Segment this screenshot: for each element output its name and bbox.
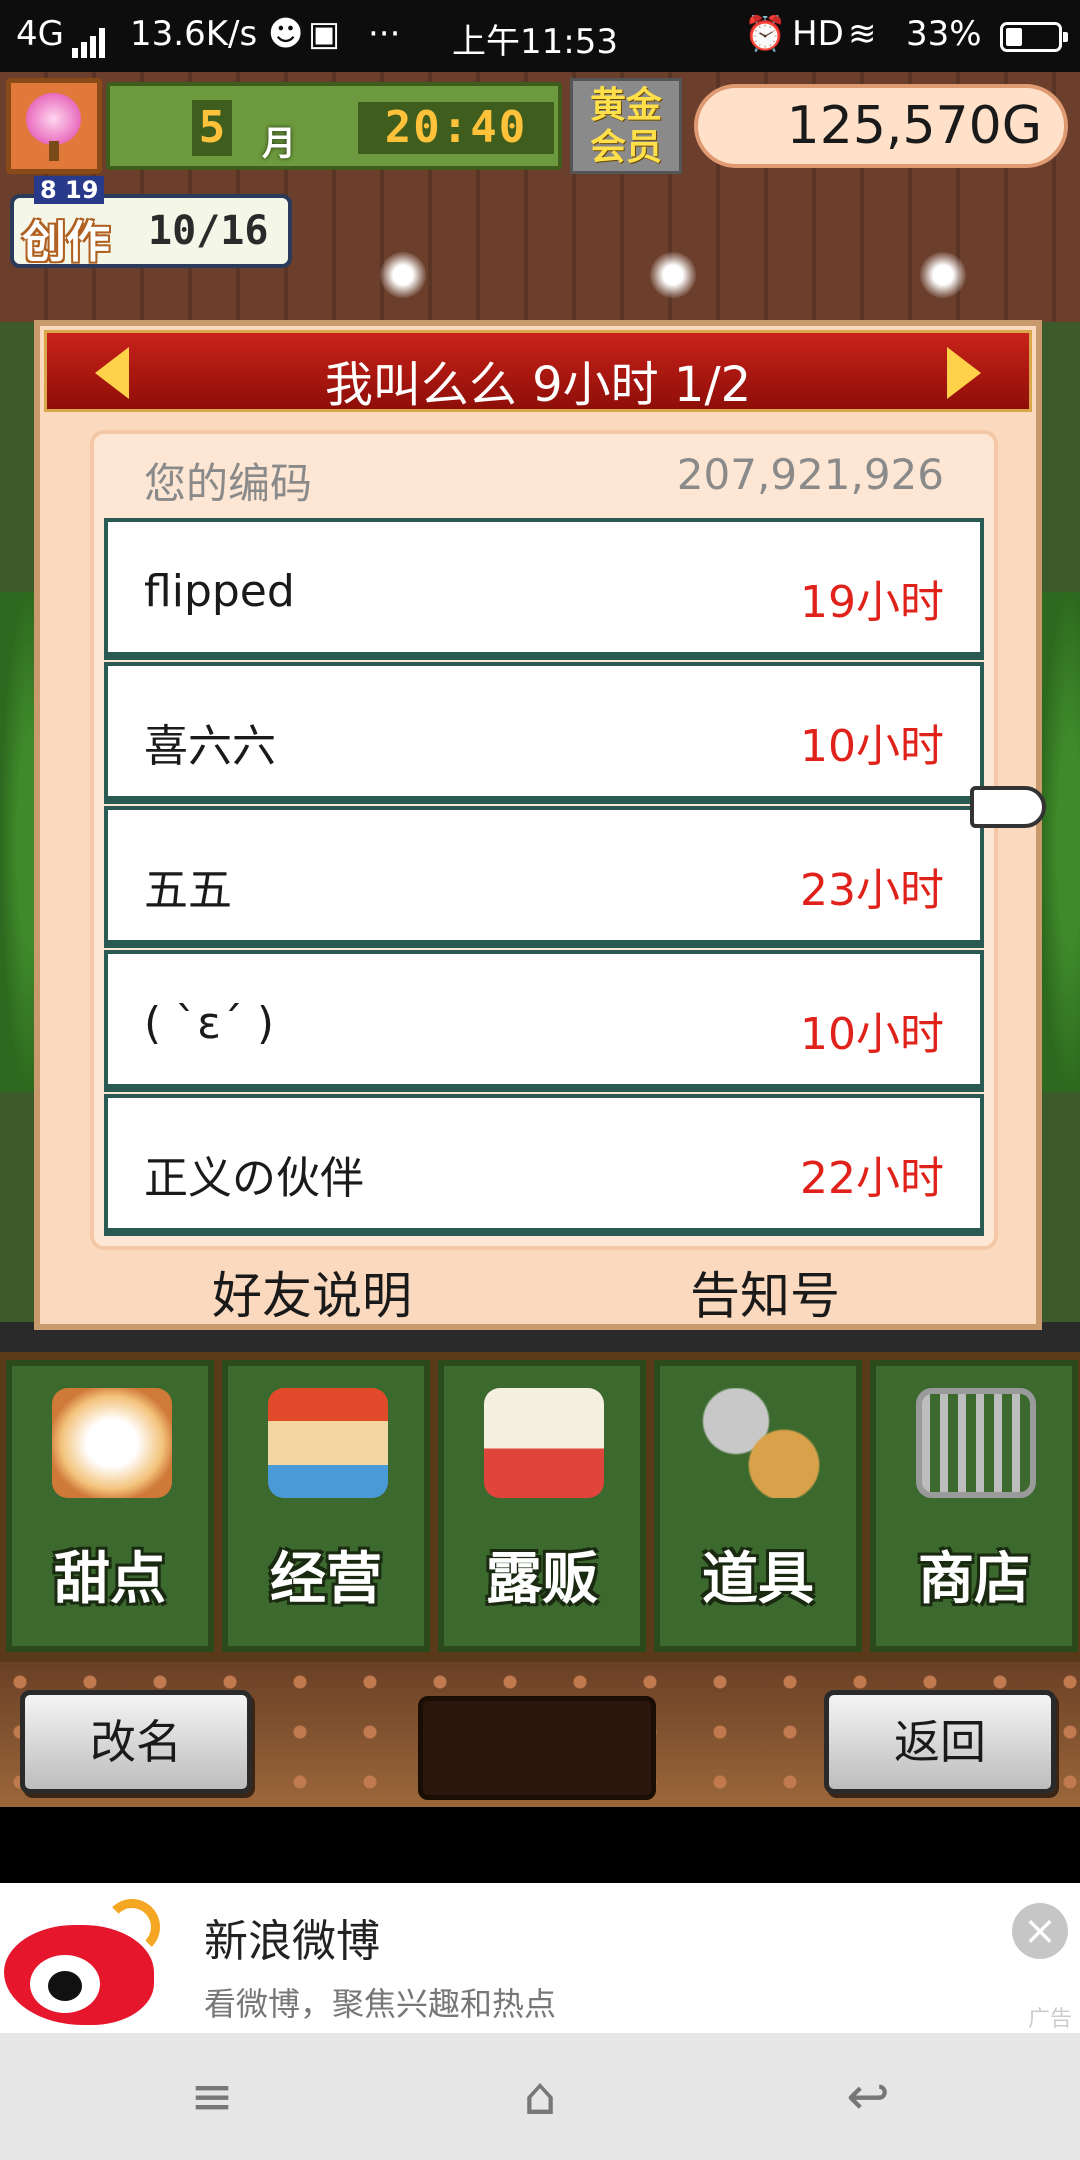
net-speed: 13.6K/s [130, 14, 258, 54]
battery-percent: 33% [906, 14, 982, 54]
create-counter[interactable]: 8 19 创作 10/16 [10, 176, 292, 268]
tree-right [1040, 592, 1080, 1092]
friend-hours: 19小时 [800, 577, 944, 628]
friend-row[interactable]: 五五 23小时 [104, 806, 984, 948]
items-bag-icon [700, 1388, 820, 1498]
friend-name: ( ˋɛˊ ) [144, 998, 275, 1049]
friends-panel: 您的编码 207,921,926 flipped 19小时 喜六六 10小时 五… [90, 430, 998, 1250]
friend-row[interactable]: flipped 19小时 [104, 518, 984, 660]
lamp-icon [380, 252, 426, 298]
friend-hours: 23小时 [800, 865, 944, 916]
back-button[interactable]: 返回 [824, 1690, 1056, 1794]
create-count: 10/16 [148, 208, 269, 254]
pointer-hand-icon [970, 786, 1046, 828]
category-menu: 甜点 经营 露贩 道具 商店 [0, 1352, 1080, 1662]
home-icon[interactable]: ⌂ [500, 2069, 580, 2125]
close-icon[interactable]: × [1012, 1903, 1068, 1959]
app-notification-icon-2: ▣ [308, 14, 341, 54]
friend-row[interactable]: ( ˋɛˊ ) 10小时 [104, 950, 984, 1092]
menu-manage[interactable]: 经营 [222, 1360, 430, 1652]
network-type: 4G [16, 14, 64, 54]
alarm-icon: ⏰ [744, 14, 787, 54]
friend-name: 五五 [144, 865, 232, 916]
your-code-row: 您的编码 207,921,926 [144, 450, 944, 510]
menu-street-sale[interactable]: 露贩 [438, 1360, 646, 1652]
wifi-icon: ≋ [848, 14, 877, 54]
hd-label: HD [792, 14, 844, 54]
cart-icon [916, 1388, 1036, 1498]
month-label: 月 [262, 124, 296, 164]
friends-dialog: 我叫么么 9小时 1/2 您的编码 207,921,926 flipped 19… [34, 320, 1046, 1330]
game-clock: 20:40 [358, 102, 554, 154]
app-notification-icon: ☻ [268, 14, 304, 54]
friend-name: 正义の伙伴 [144, 1153, 364, 1204]
ad-banner[interactable]: 新浪微博 看微博，聚焦兴趣和热点 × 广告 [0, 1883, 1080, 2033]
game-screen: 5 月 20:40 黄金会员 125,570G 8 19 创作 10/16 我叫… [0, 72, 1080, 1807]
ad-title: 新浪微博 [204, 1916, 380, 1967]
friend-row[interactable]: 喜六六 10小时 [104, 662, 984, 804]
money-display: 125,570G [694, 84, 1068, 168]
friend-row[interactable]: 正义の伙伴 22小时 [104, 1094, 984, 1236]
menu-dessert[interactable]: 甜点 [6, 1360, 214, 1652]
empty-slot [418, 1696, 656, 1800]
friend-list: flipped 19小时 喜六六 10小时 五五 23小时 ( ˋɛˊ ) 10… [104, 518, 984, 1236]
friend-hours: 22小时 [800, 1153, 944, 1204]
date-time-panel: 5 月 20:40 [106, 82, 562, 170]
battery-icon [1000, 22, 1068, 52]
lamp-icon [650, 252, 696, 298]
create-label: 创作 [22, 217, 110, 268]
shop-icon [268, 1388, 388, 1498]
month-number: 5 [192, 100, 232, 156]
friend-hours: 10小时 [800, 1009, 944, 1060]
friend-name: 喜六六 [144, 721, 276, 772]
menu-items[interactable]: 道具 [654, 1360, 862, 1652]
menu-icon[interactable]: ≡ [172, 2069, 252, 2125]
dialog-header: 我叫么么 9小时 1/2 [44, 330, 1032, 413]
weibo-logo-icon [0, 1891, 170, 2031]
signal-icon [72, 16, 108, 58]
code-label: 您的编码 [144, 459, 313, 508]
ad-tag: 广告 [1027, 2007, 1072, 2032]
friend-name: flipped [144, 566, 295, 617]
dialog-title: 我叫么么 9小时 1/2 [324, 357, 752, 413]
menu-store[interactable]: 商店 [870, 1360, 1078, 1652]
clock-time: 上午11:53 [452, 22, 618, 62]
create-sub-counter: 8 19 [34, 176, 105, 204]
gold-member-badge[interactable]: 黄金会员 [570, 78, 682, 174]
cherry-tree-icon [26, 93, 81, 145]
friend-hours: 10小时 [800, 721, 944, 772]
friend-help-button[interactable]: 好友说明 [212, 1256, 412, 1328]
more-icon: ··· [368, 14, 401, 54]
next-page-arrow-icon[interactable] [947, 347, 981, 399]
system-nav-bar: ≡ ⌂ ↩ [0, 2033, 1080, 2160]
code-value: 207,921,926 [676, 450, 944, 499]
cake-icon [52, 1388, 172, 1498]
lamp-icon [920, 252, 966, 298]
notice-number-button[interactable]: 告知号 [690, 1256, 840, 1328]
ad-subtitle: 看微博，聚焦兴趣和热点 [204, 1985, 557, 2023]
bottom-bar: 改名 返回 [0, 1662, 1080, 1807]
rename-button[interactable]: 改名 [20, 1690, 252, 1794]
back-nav-icon[interactable]: ↩ [828, 2069, 908, 2125]
dialog-footer: 好友说明 告知号 [40, 1256, 1036, 1326]
shop-avatar[interactable] [6, 78, 102, 174]
status-bar: 4G 13.6K/s ☻ ▣ ··· 上午11:53 ⏰ HD ≋ 33% [0, 0, 1080, 72]
food-truck-icon [484, 1388, 604, 1498]
